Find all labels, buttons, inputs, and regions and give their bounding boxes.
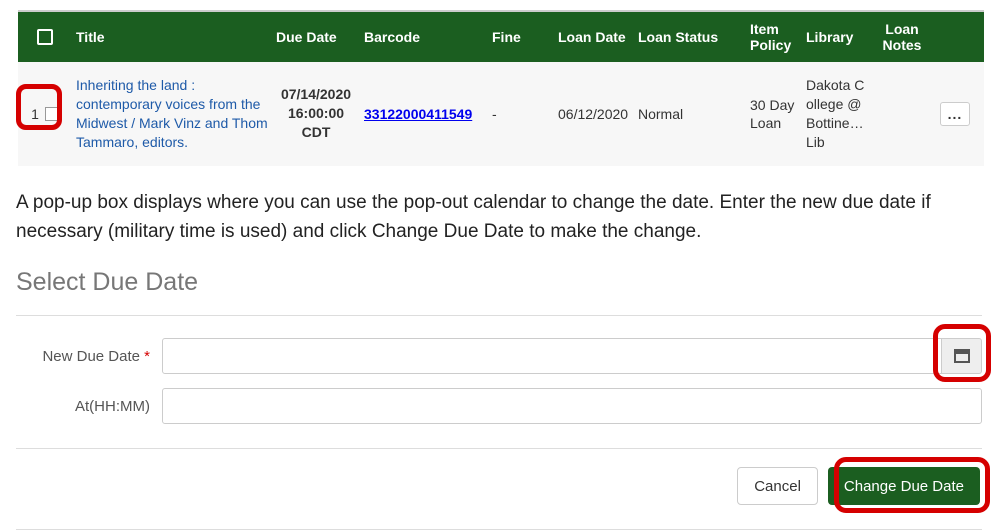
dialog-footer: Cancel Change Due Date — [16, 467, 982, 505]
row-checkbox[interactable] — [45, 107, 59, 121]
col-loan-date[interactable]: Loan Date — [554, 23, 634, 51]
select-due-date-dialog: Select Due Date New Due Date * At(HH:MM)… — [16, 268, 982, 505]
table-header: Title Due Date Barcode Fine Loan Date Lo… — [18, 12, 984, 62]
cell-loan-status: Normal — [634, 102, 746, 126]
required-asterisk: * — [144, 348, 150, 365]
divider — [16, 315, 982, 316]
change-due-date-button[interactable]: Change Due Date — [828, 467, 980, 505]
col-library[interactable]: Library — [802, 23, 874, 51]
instruction-text: A pop-up box displays where you can use … — [16, 188, 983, 247]
cell-loan-date: 06/12/2020 — [554, 102, 634, 126]
cell-fine: - — [488, 102, 554, 126]
col-item-policy[interactable]: Item Policy — [746, 15, 802, 59]
field-new-due-date: New Due Date * — [16, 338, 982, 374]
field-at-time: At(HH:MM) — [16, 388, 982, 424]
new-due-date-input[interactable] — [162, 338, 942, 374]
select-all-checkbox[interactable] — [37, 29, 53, 45]
at-label: At(HH:MM) — [16, 398, 162, 415]
table-row: 1 Inheriting the land : contemporary voi… — [18, 62, 984, 166]
calendar-icon — [954, 349, 970, 363]
col-due-date[interactable]: Due Date — [272, 23, 360, 51]
dialog-title: Select Due Date — [16, 268, 982, 297]
barcode-link[interactable]: 33122000411549 — [364, 106, 472, 122]
col-loan-notes[interactable]: Loan Notes — [874, 15, 930, 59]
col-barcode[interactable]: Barcode — [360, 23, 488, 51]
cell-library: Dakota College @ Bottine… Lib — [802, 72, 874, 156]
new-due-date-label: New Due Date — [42, 348, 140, 365]
calendar-button[interactable] — [942, 338, 982, 374]
cell-item-policy: 30 Day Loan — [746, 92, 802, 136]
cell-loan-notes — [874, 110, 930, 118]
item-title-link[interactable]: Inheriting the land : contemporary voice… — [76, 77, 268, 150]
loans-table: Title Due Date Barcode Fine Loan Date Lo… — [18, 10, 984, 166]
more-icon: ... — [948, 106, 963, 122]
row-actions-button[interactable]: ... — [940, 102, 970, 126]
col-loan-status[interactable]: Loan Status — [634, 23, 746, 51]
cell-due-date: 07/14/2020 16:00:00 CDT — [272, 81, 360, 146]
divider — [16, 448, 982, 449]
col-fine[interactable]: Fine — [488, 23, 554, 51]
col-title[interactable]: Title — [72, 23, 272, 51]
row-number: 1 — [31, 106, 39, 122]
at-time-input[interactable] — [162, 388, 982, 424]
cancel-button[interactable]: Cancel — [737, 467, 818, 505]
